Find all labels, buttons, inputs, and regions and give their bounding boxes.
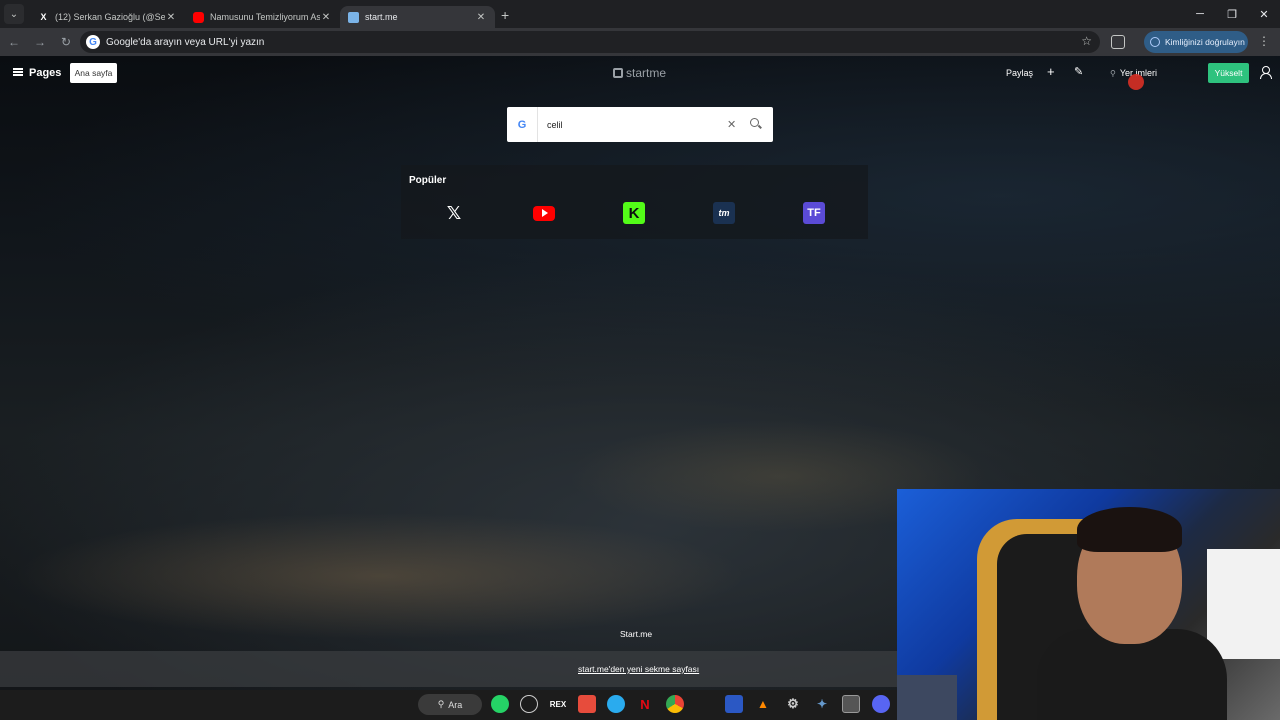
google-engine-icon[interactable]: G: [507, 107, 538, 142]
google-icon: G: [86, 35, 100, 49]
rex-icon[interactable]: REX: [549, 695, 567, 713]
add-icon[interactable]: +: [1047, 64, 1055, 79]
app-icon[interactable]: [520, 695, 538, 713]
restore-icon[interactable]: ❐: [1216, 0, 1248, 28]
back-icon[interactable]: ←: [2, 30, 26, 54]
tactics-board: [1207, 549, 1280, 659]
x-logo-icon: X: [40, 12, 47, 22]
popular-tf-icon[interactable]: TF: [803, 202, 825, 224]
extensions-icon[interactable]: [1111, 35, 1125, 49]
tab-youtube[interactable]: Namusunu Temizliyorum Aslan ✕: [185, 6, 340, 28]
startme-logo-icon: [613, 68, 623, 78]
search-icon: ⚲: [1110, 69, 1116, 78]
footer-brand: Start.me: [620, 629, 653, 639]
popular-panel: Popüler 𝕏 K tm TF: [401, 165, 868, 239]
webcam-overlay: [897, 489, 1280, 720]
forward-icon[interactable]: →: [28, 30, 52, 54]
tab-strip: ⌄ X (12) Serkan Gazioğlu (@SerkanGaziogl…: [0, 0, 1280, 28]
startme-logo: startme: [613, 66, 666, 80]
close-window-icon[interactable]: ✕: [1248, 0, 1280, 28]
browser-toolbar: ← → ↻ G Google'da arayın veya URL'yi yaz…: [0, 28, 1280, 56]
share-button[interactable]: Paylaş: [1006, 68, 1033, 78]
close-icon[interactable]: ✕: [475, 12, 487, 23]
settings-gear-icon[interactable]: ⚙: [784, 695, 802, 713]
pages-button[interactable]: Pages: [29, 67, 61, 79]
telegram-icon[interactable]: [607, 695, 625, 713]
footer-link[interactable]: start.me'den yeni sekme sayfası: [578, 664, 699, 674]
team-photo: [897, 675, 957, 720]
vpn-icon[interactable]: [725, 695, 743, 713]
popular-transfermarkt-icon[interactable]: tm: [713, 202, 735, 224]
more-menu-icon[interactable]: ⋮: [1258, 34, 1270, 48]
user-icon[interactable]: [1259, 66, 1272, 79]
mouse-cursor-highlight: [1128, 74, 1144, 90]
close-icon[interactable]: ✕: [320, 12, 332, 23]
popular-x-icon[interactable]: 𝕏: [443, 202, 465, 224]
chrome-icon[interactable]: [666, 695, 684, 713]
page-topbar: Pages Ana sayfa startme Paylaş + ✎ ⚲ Yer …: [0, 56, 1280, 90]
search-input[interactable]: [547, 119, 717, 130]
profile-icon: [1150, 37, 1160, 47]
network-icon[interactable]: ✦: [813, 695, 831, 713]
tab-title: (12) Serkan Gazioğlu (@SerkanGazioglu): [55, 12, 165, 22]
reload-icon[interactable]: ↻: [54, 30, 78, 54]
hamburger-menu-icon[interactable]: [13, 68, 23, 76]
vlc-icon[interactable]: ▲: [754, 695, 772, 713]
home-page-tab[interactable]: Ana sayfa: [70, 63, 117, 83]
verify-identity-button[interactable]: Kimliğinizi doğrulayın: [1144, 31, 1248, 53]
taskbar-search[interactable]: ⚲ Ara: [418, 694, 482, 715]
tab-twitter[interactable]: X (12) Serkan Gazioğlu (@SerkanGazioglu)…: [30, 6, 185, 28]
clear-search-icon[interactable]: ✕: [727, 118, 736, 131]
close-icon[interactable]: ✕: [165, 12, 177, 23]
windows-start-icon[interactable]: [391, 695, 408, 712]
tab-search-button[interactable]: ⌄: [4, 4, 24, 24]
search-icon[interactable]: [750, 118, 759, 127]
address-bar[interactable]: G Google'da arayın veya URL'yi yazın ☆: [80, 31, 1100, 53]
youtube-icon: [193, 11, 204, 23]
upgrade-button[interactable]: Yükselt: [1208, 63, 1249, 83]
brand-text: startme: [626, 66, 667, 80]
popular-title: Popüler: [409, 175, 447, 186]
address-bar-placeholder: Google'da arayın veya URL'yi yazın: [106, 36, 265, 48]
chevron-down-icon: ⌄: [9, 8, 19, 20]
startme-icon: [348, 11, 359, 23]
whatsapp-icon[interactable]: [491, 695, 509, 713]
window-controls: ─ ❐ ✕: [1184, 0, 1280, 28]
discord-icon[interactable]: [872, 695, 890, 713]
bookmark-star-icon[interactable]: ☆: [1081, 34, 1092, 48]
popular-youtube-icon[interactable]: [533, 202, 555, 224]
edit-pencil-icon[interactable]: ✎: [1074, 65, 1083, 78]
minimize-icon[interactable]: ─: [1184, 0, 1216, 28]
tab-title: Namusunu Temizliyorum Aslan: [210, 12, 320, 22]
popular-kick-icon[interactable]: K: [623, 202, 645, 224]
taskbar-search-label: Ara: [448, 699, 463, 710]
tab-title: start.me: [365, 12, 398, 22]
web-search-box: G ✕: [507, 107, 773, 142]
footer-bar: start.me'den yeni sekme sayfası: [0, 651, 897, 687]
verify-label: Kimliğinizi doğrulayın: [1165, 37, 1245, 47]
chrome-active-icon[interactable]: [842, 695, 860, 713]
search-icon: ⚲: [437, 699, 445, 709]
new-tab-button[interactable]: +: [501, 7, 509, 23]
tab-startme[interactable]: start.me ✕: [340, 6, 495, 28]
streamer-hair: [1077, 507, 1182, 552]
netflix-icon[interactable]: N: [636, 695, 654, 713]
anydesk-icon[interactable]: [578, 695, 596, 713]
